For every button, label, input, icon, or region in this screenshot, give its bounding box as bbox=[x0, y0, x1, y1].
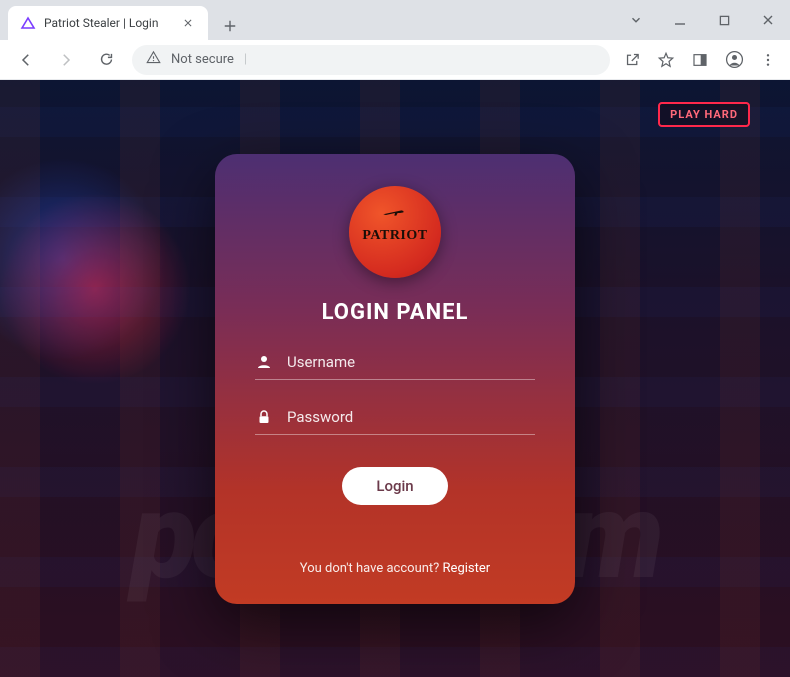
login-button[interactable]: Login bbox=[342, 467, 447, 505]
address-security-label: Not secure bbox=[171, 52, 234, 67]
tab-title: Patriot Stealer | Login bbox=[44, 16, 158, 30]
register-link[interactable]: Register bbox=[443, 561, 491, 576]
login-panel: PATRIOT LOGIN PANEL Login You don't have… bbox=[215, 154, 575, 604]
background-badge: PLAY HARD bbox=[658, 102, 750, 127]
nav-forward-button[interactable] bbox=[52, 46, 80, 74]
side-panel-icon[interactable] bbox=[690, 50, 710, 70]
register-prompt: You don't have account? Register bbox=[300, 561, 490, 576]
password-field-row bbox=[255, 408, 535, 435]
caret-down-icon[interactable] bbox=[622, 6, 650, 34]
no-account-text: You don't have account? bbox=[300, 561, 443, 576]
tab-close-button[interactable] bbox=[180, 15, 196, 31]
browser-tab-active[interactable]: Patriot Stealer | Login bbox=[8, 6, 208, 40]
brand-name: PATRIOT bbox=[362, 228, 427, 244]
address-bar[interactable]: Not secure | bbox=[132, 45, 610, 75]
page-viewport: PLAY HARD pcrisk.com PATRIOT LOGIN PANEL bbox=[0, 80, 790, 677]
password-input[interactable] bbox=[287, 408, 535, 426]
window-close-button[interactable] bbox=[754, 6, 782, 34]
kebab-menu-icon[interactable] bbox=[758, 50, 778, 70]
not-secure-warning-icon bbox=[146, 50, 161, 69]
username-input[interactable] bbox=[287, 353, 535, 371]
brand-logo: PATRIOT bbox=[349, 186, 441, 278]
window-minimize-button[interactable] bbox=[666, 6, 694, 34]
window-maximize-button[interactable] bbox=[710, 6, 738, 34]
username-field-row bbox=[255, 353, 535, 380]
address-divider: | bbox=[244, 52, 247, 67]
nav-reload-button[interactable] bbox=[92, 46, 120, 74]
nav-back-button[interactable] bbox=[12, 46, 40, 74]
share-icon[interactable] bbox=[622, 50, 642, 70]
new-tab-button[interactable] bbox=[216, 12, 244, 40]
person-icon bbox=[255, 353, 273, 371]
panel-title: LOGIN PANEL bbox=[322, 300, 469, 325]
tab-favicon-icon bbox=[20, 15, 36, 31]
profile-avatar-icon[interactable] bbox=[724, 50, 744, 70]
lock-icon bbox=[255, 408, 273, 426]
browser-tab-strip: Patriot Stealer | Login bbox=[0, 0, 790, 40]
bookmark-star-icon[interactable] bbox=[656, 50, 676, 70]
browser-toolbar: Not secure | bbox=[0, 40, 790, 80]
rifle-icon bbox=[382, 208, 408, 218]
